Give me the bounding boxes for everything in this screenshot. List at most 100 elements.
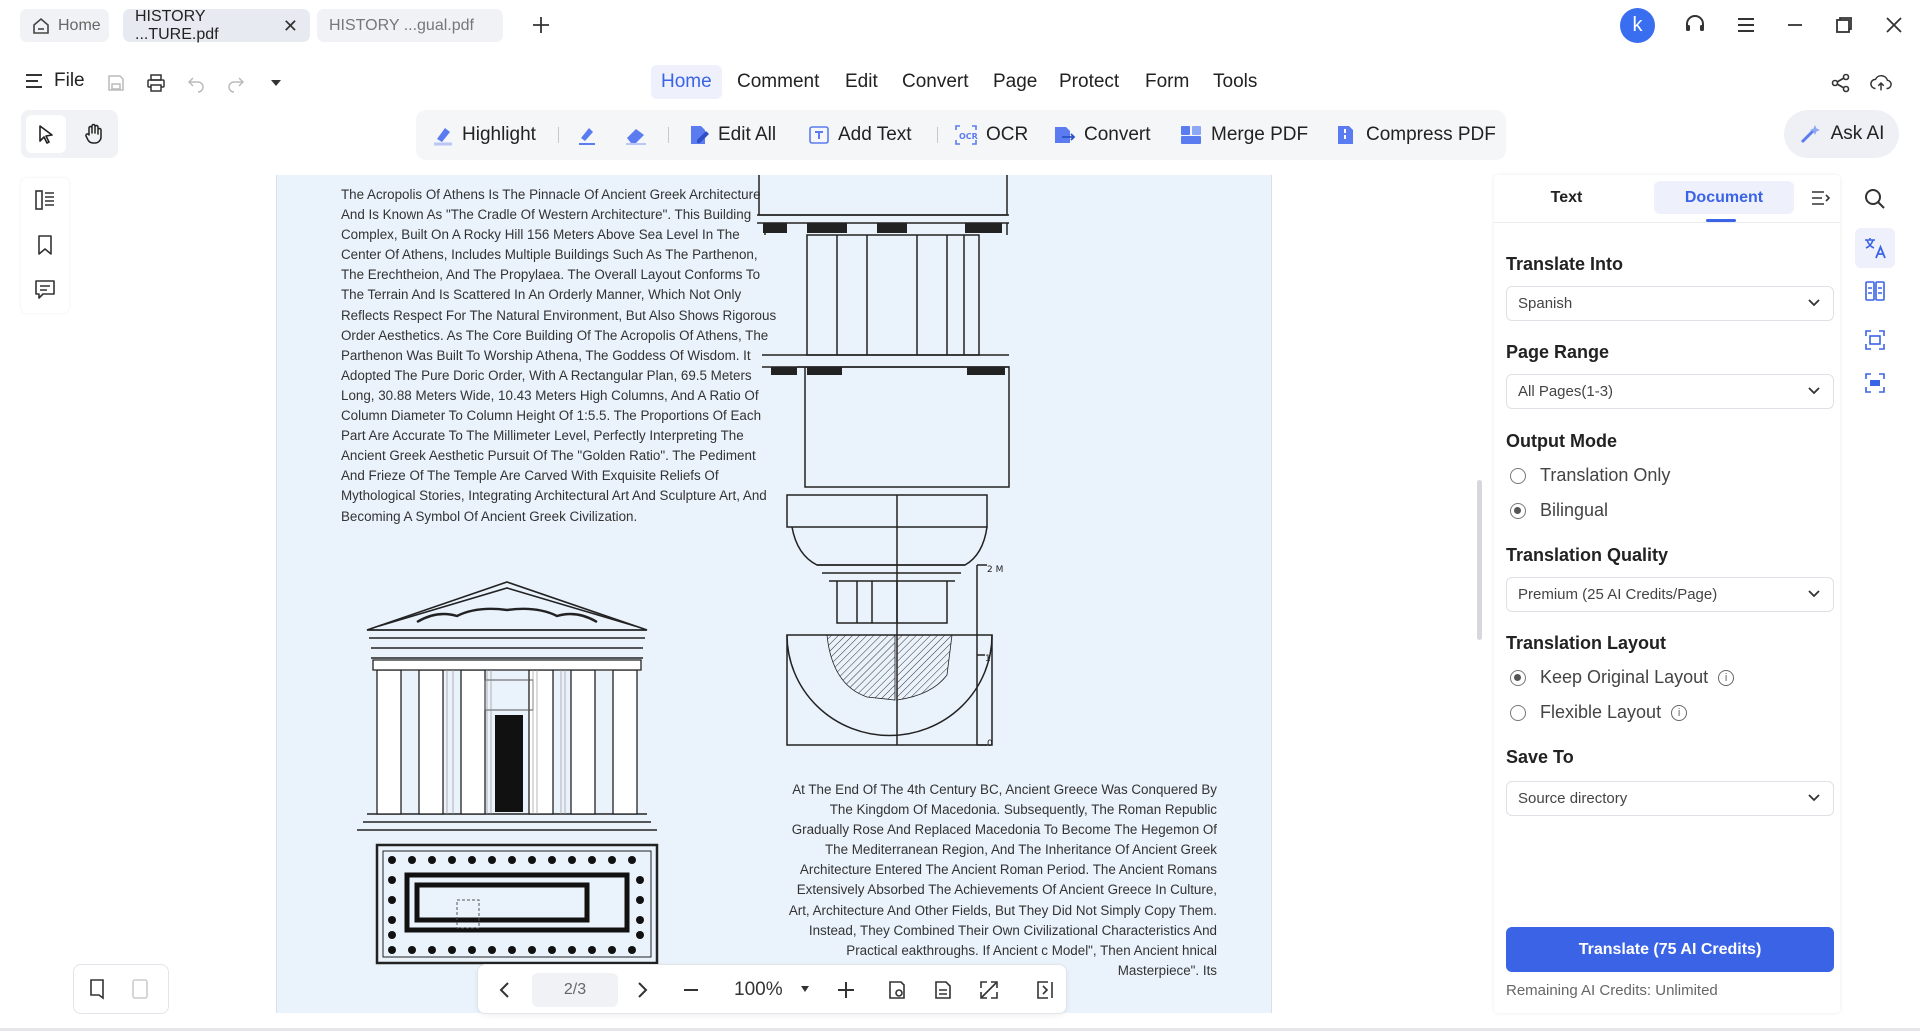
translate-button-sidebar[interactable] [1862, 235, 1888, 261]
tab-home[interactable]: Home [20, 9, 109, 42]
save-button[interactable] [105, 72, 127, 94]
merge-pdf-tool[interactable]: Merge PDF [1179, 110, 1308, 160]
menu-protect[interactable]: Protect [1049, 65, 1129, 99]
new-tab-button[interactable] [528, 12, 554, 38]
output-translation-only-radio[interactable]: Translation Only [1510, 465, 1670, 486]
compress-pdf-label: Compress PDF [1366, 124, 1496, 145]
translation-layout-label: Translation Layout [1506, 633, 1667, 653]
thumbnails-button[interactable] [33, 188, 57, 212]
print-button[interactable] [145, 72, 167, 94]
close-window-button[interactable] [1881, 12, 1907, 38]
page-number-input[interactable]: 2/3 [532, 973, 618, 1007]
document-page[interactable]: The Acropolis Of Athens Is The Pinnacle … [276, 175, 1272, 1013]
panel-options-button[interactable] [1810, 188, 1830, 208]
ask-ai-button[interactable]: Ask AI [1784, 110, 1899, 158]
select-tool-button[interactable] [26, 115, 66, 153]
undo-button[interactable] [185, 72, 207, 94]
tool-mode-switch [21, 110, 118, 158]
add-text-tool[interactable]: Add Text [808, 110, 912, 160]
menu-home[interactable]: Home [651, 65, 722, 99]
double-page-button[interactable] [128, 977, 152, 1001]
edit-all-tool[interactable]: Edit All [688, 110, 776, 160]
menu-convert[interactable]: Convert [892, 65, 979, 99]
hand-tool-button[interactable] [74, 115, 114, 153]
tab-inactive-document[interactable]: HISTORY ...gual.pdf [317, 9, 503, 42]
page-range-value: All Pages(1-3) [1518, 383, 1614, 400]
undo-icon [187, 77, 204, 93]
next-page-button[interactable] [629, 977, 655, 1003]
close-icon[interactable]: ✕ [283, 17, 298, 35]
zoom-level[interactable]: 100% [734, 979, 783, 1001]
comments-button[interactable] [33, 277, 57, 301]
screenshot-button[interactable] [1862, 327, 1888, 353]
minimize-button[interactable] [1782, 12, 1808, 38]
compress-pdf-tool[interactable]: Compress PDF [1334, 110, 1496, 160]
two-page-icon [132, 979, 148, 999]
zoom-dropdown[interactable] [800, 985, 810, 993]
menu-comment[interactable]: Comment [727, 65, 829, 99]
menu-form[interactable]: Form [1135, 65, 1199, 99]
menu-tools[interactable]: Tools [1203, 65, 1267, 99]
convert-tool[interactable]: Convert [1052, 110, 1151, 160]
menu-button[interactable] [1733, 12, 1759, 38]
fullscreen-button[interactable] [976, 977, 1002, 1003]
highlight-label: Highlight [462, 124, 536, 145]
tab-active-label: HISTORY ...TURE.pdf [135, 7, 219, 43]
search-icon [1865, 189, 1885, 209]
save-icon [108, 75, 124, 91]
compare-button[interactable] [1862, 278, 1888, 304]
layout-keep-original-radio[interactable]: Keep Original Layout i [1510, 667, 1735, 688]
zoom-in-button[interactable] [833, 977, 859, 1003]
share-button[interactable] [1830, 72, 1852, 94]
maximize-button[interactable] [1831, 12, 1857, 38]
eraser-icon [624, 124, 648, 146]
zoom-out-button[interactable] [678, 977, 704, 1003]
parthenon-drawing [357, 581, 659, 965]
tab-active-document[interactable]: HISTORY ...TURE.pdf ✕ [123, 7, 310, 43]
tab-inactive-label: HISTORY ...gual.pdf [329, 16, 474, 34]
translate-into-select[interactable]: Spanish [1506, 286, 1834, 321]
single-page-button[interactable] [86, 977, 110, 1001]
menu-page[interactable]: Page [983, 65, 1047, 99]
tab-text[interactable]: Text [1514, 181, 1619, 214]
merge-icon [1179, 124, 1203, 146]
output-bilingual-label: Bilingual [1540, 500, 1609, 520]
translation-quality-select[interactable]: Premium (25 AI Credits/Page) [1506, 577, 1834, 612]
ocr-tool[interactable]: OCR OCR [954, 110, 1028, 160]
scan-button[interactable] [1862, 370, 1888, 396]
previous-page-button[interactable] [492, 977, 518, 1003]
save-to-value: Source directory [1518, 790, 1628, 807]
pen-icon [576, 124, 598, 146]
info-icon[interactable]: i [1671, 704, 1688, 721]
search-button[interactable] [1862, 186, 1888, 212]
merge-pdf-label: Merge PDF [1211, 124, 1309, 145]
save-to-select[interactable]: Source directory [1506, 781, 1834, 816]
layout-flexible-label: Flexible Layout [1540, 702, 1662, 722]
underline-tool[interactable] [576, 110, 598, 160]
output-translation-only-label: Translation Only [1540, 465, 1671, 485]
info-icon[interactable]: i [1718, 669, 1735, 686]
page-range-select[interactable]: All Pages(1-3) [1506, 374, 1834, 409]
bookmarks-button[interactable] [33, 233, 57, 257]
fit-width-button[interactable] [930, 977, 956, 1003]
fit-page-button[interactable] [884, 977, 910, 1003]
collapse-bar-button[interactable] [1032, 977, 1058, 1003]
eraser-tool[interactable] [624, 110, 648, 160]
layout-flexible-radio[interactable]: Flexible Layout i [1510, 702, 1688, 723]
cloud-upload-icon [1870, 74, 1892, 91]
remaining-credits: Remaining AI Credits: Unlimited [1506, 982, 1718, 999]
file-menu[interactable]: File [24, 70, 85, 92]
support-button[interactable] [1682, 12, 1708, 38]
translate-button[interactable]: Translate (75 AI Credits) [1506, 927, 1834, 972]
menu-edit[interactable]: Edit [835, 65, 888, 99]
vertical-scrollbar[interactable] [1477, 480, 1482, 640]
avatar[interactable]: k [1620, 8, 1655, 43]
chevron-down-icon [1808, 387, 1820, 395]
plus-icon [533, 17, 549, 33]
output-bilingual-radio[interactable]: Bilingual [1510, 500, 1608, 521]
cloud-upload-button[interactable] [1870, 72, 1892, 94]
quick-access-dropdown[interactable] [265, 72, 287, 94]
highlight-tool[interactable]: Highlight [432, 110, 536, 160]
redo-button[interactable] [225, 72, 247, 94]
tab-document[interactable]: Document [1654, 181, 1794, 214]
